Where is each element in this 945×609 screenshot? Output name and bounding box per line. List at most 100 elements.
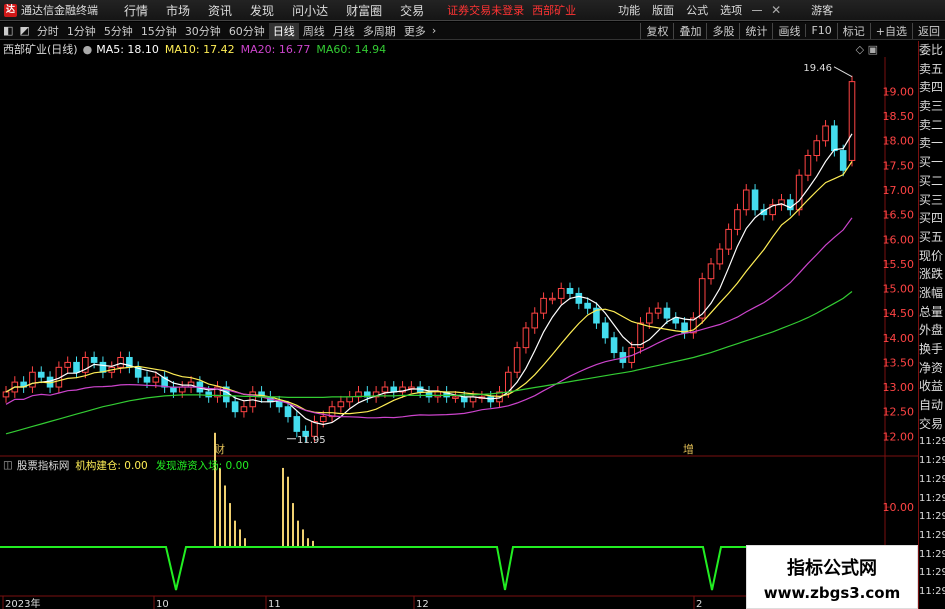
candle-body bbox=[381, 386, 389, 393]
menu-caifuquan[interactable]: 财富圈 bbox=[337, 2, 391, 19]
ma10-line bbox=[5, 161, 853, 415]
candle-body bbox=[2, 391, 10, 398]
x-tick-label: 12 bbox=[416, 599, 429, 609]
toggle-icon[interactable]: ◩ bbox=[16, 24, 32, 37]
max-price-label: 19.46 bbox=[803, 63, 832, 74]
quote-label: 收益 bbox=[919, 379, 944, 394]
event-label-zeng: 增 bbox=[683, 442, 694, 456]
candle-body bbox=[575, 292, 583, 304]
candle-body bbox=[839, 150, 847, 171]
y-tick-label: 14.00 bbox=[883, 332, 915, 345]
btn-f10[interactable]: F10 bbox=[805, 24, 836, 37]
candle-body bbox=[742, 189, 750, 211]
quote-label: 卖一 bbox=[919, 136, 944, 151]
quote-label: 涨跌 bbox=[919, 267, 944, 282]
candle-body bbox=[513, 347, 521, 373]
y-tick-label: 17.00 bbox=[883, 184, 915, 197]
candle-body bbox=[337, 401, 345, 408]
y-tick-label: 16.50 bbox=[883, 209, 915, 222]
quote-label: 卖二 bbox=[919, 117, 944, 132]
close-icon[interactable]: ✕ bbox=[771, 3, 781, 17]
candle-body bbox=[549, 297, 556, 301]
period-fenshi[interactable]: 分时 bbox=[33, 23, 63, 39]
settings-icon[interactable]: ● bbox=[83, 43, 93, 56]
ma5-label: MA5: 18.10 bbox=[96, 42, 159, 56]
quote-label: 换手 bbox=[919, 342, 944, 356]
btn-fanhui[interactable]: 返回 bbox=[912, 22, 945, 39]
period-daily[interactable]: 日线 bbox=[268, 22, 299, 39]
guest-label[interactable]: 游客 bbox=[811, 2, 833, 18]
menu-banmian[interactable]: 版面 bbox=[646, 2, 680, 18]
tick-time: 11:29 bbox=[919, 492, 945, 504]
candle-body bbox=[117, 356, 124, 368]
menu-jiaoyi[interactable]: 交易 bbox=[391, 2, 433, 19]
period-monthly[interactable]: 月线 bbox=[329, 23, 359, 39]
candle-body bbox=[152, 376, 160, 383]
menu-faxian[interactable]: 发现 bbox=[241, 2, 283, 19]
period-15min[interactable]: 15分钟 bbox=[137, 23, 181, 39]
tick-time: 11:29 bbox=[919, 585, 945, 597]
indicator-info-bar: ◫ 股票指标网 机构建仓: 0.00 发现游资入场: 0.00 bbox=[0, 458, 900, 472]
candle-body bbox=[725, 228, 732, 250]
max-pointer bbox=[833, 66, 853, 78]
btn-zixuan[interactable]: +自选 bbox=[869, 22, 912, 39]
period-toolbar: ◧ ◩ 分时 1分钟 5分钟 15分钟 30分钟 60分钟 日线 周线 月线 多… bbox=[0, 22, 945, 40]
menu-gongneng[interactable]: 功能 bbox=[612, 2, 646, 18]
candle-body bbox=[654, 307, 662, 314]
candle-body bbox=[707, 263, 715, 280]
candle-body bbox=[540, 297, 547, 314]
minimize-icon[interactable] bbox=[752, 9, 763, 11]
period-30min[interactable]: 30分钟 bbox=[181, 23, 225, 39]
period-60min[interactable]: 60分钟 bbox=[225, 23, 269, 39]
collapse-left-icon[interactable]: ◧ bbox=[0, 24, 16, 37]
period-5min[interactable]: 5分钟 bbox=[100, 23, 137, 39]
chevron-right-icon[interactable]: › bbox=[430, 24, 438, 37]
app-title: 通达信金融终端 bbox=[21, 4, 98, 17]
candle-body bbox=[73, 361, 80, 373]
candle-body bbox=[205, 391, 212, 398]
y-tick-label: 18.00 bbox=[883, 135, 915, 148]
candle-body bbox=[408, 386, 415, 390]
btn-diejia[interactable]: 叠加 bbox=[673, 22, 706, 39]
kline-chart[interactable]: 19.00 18.50 18.00 17.50 17.00 16.50 16.00 15.50… bbox=[0, 0, 945, 609]
period-multi[interactable]: 多周期 bbox=[359, 23, 400, 39]
quote-label: 买二 bbox=[919, 173, 944, 188]
candle-body bbox=[848, 81, 856, 161]
quote-label[interactable]: 交易 bbox=[919, 415, 945, 434]
btn-tongji[interactable]: 统计 bbox=[739, 22, 772, 39]
menu-gongshi[interactable]: 公式 bbox=[680, 2, 714, 18]
candle-body bbox=[566, 288, 574, 294]
indicator-icon[interactable]: ◫ bbox=[3, 459, 13, 471]
ma-info-bar: 西部矿业(日线) ● MA5: 18.10 MA10: 17.42 MA20: … bbox=[0, 41, 890, 57]
candle-body bbox=[346, 396, 353, 403]
menu-shichang[interactable]: 市场 bbox=[157, 2, 199, 19]
candle-body bbox=[37, 371, 45, 378]
period-weekly[interactable]: 周线 bbox=[299, 23, 329, 39]
indicator-name[interactable]: 股票指标网 bbox=[17, 458, 70, 473]
menu-xuanxiang[interactable]: 选项 bbox=[714, 2, 748, 18]
candle-body bbox=[751, 189, 759, 211]
period-1min[interactable]: 1分钟 bbox=[63, 23, 100, 39]
period-more[interactable]: 更多 bbox=[400, 23, 430, 39]
candle-body bbox=[610, 337, 618, 354]
menu-wenxiaoda[interactable]: 问小达 bbox=[283, 2, 337, 19]
btn-biaoji[interactable]: 标记 bbox=[836, 22, 870, 39]
ma10-label: MA10: 17.42 bbox=[164, 42, 235, 56]
expand-icon[interactable]: ◇ ▣ bbox=[856, 43, 878, 56]
btn-fuquan[interactable]: 复权 bbox=[640, 22, 673, 39]
ma60-label: MA60: 14.94 bbox=[316, 42, 387, 56]
candle-body bbox=[64, 361, 71, 368]
candle-body bbox=[831, 125, 838, 152]
menu-zixun[interactable]: 资讯 bbox=[199, 2, 241, 19]
candle-body bbox=[460, 396, 468, 403]
candle-body bbox=[319, 416, 327, 423]
btn-duogu[interactable]: 多股 bbox=[706, 22, 739, 39]
y-tick-label: 18.50 bbox=[883, 110, 915, 123]
menu-hangqing[interactable]: 行情 bbox=[115, 2, 157, 19]
ind-tick-label: 10.00 bbox=[883, 501, 915, 514]
x-tick-label: 11 bbox=[268, 599, 281, 609]
quote-label[interactable]: 自动 bbox=[919, 396, 945, 415]
login-notice[interactable]: 证券交易未登录 bbox=[443, 2, 528, 18]
y-tick-label: 16.00 bbox=[883, 233, 915, 246]
btn-huaxian[interactable]: 画线 bbox=[772, 22, 805, 39]
